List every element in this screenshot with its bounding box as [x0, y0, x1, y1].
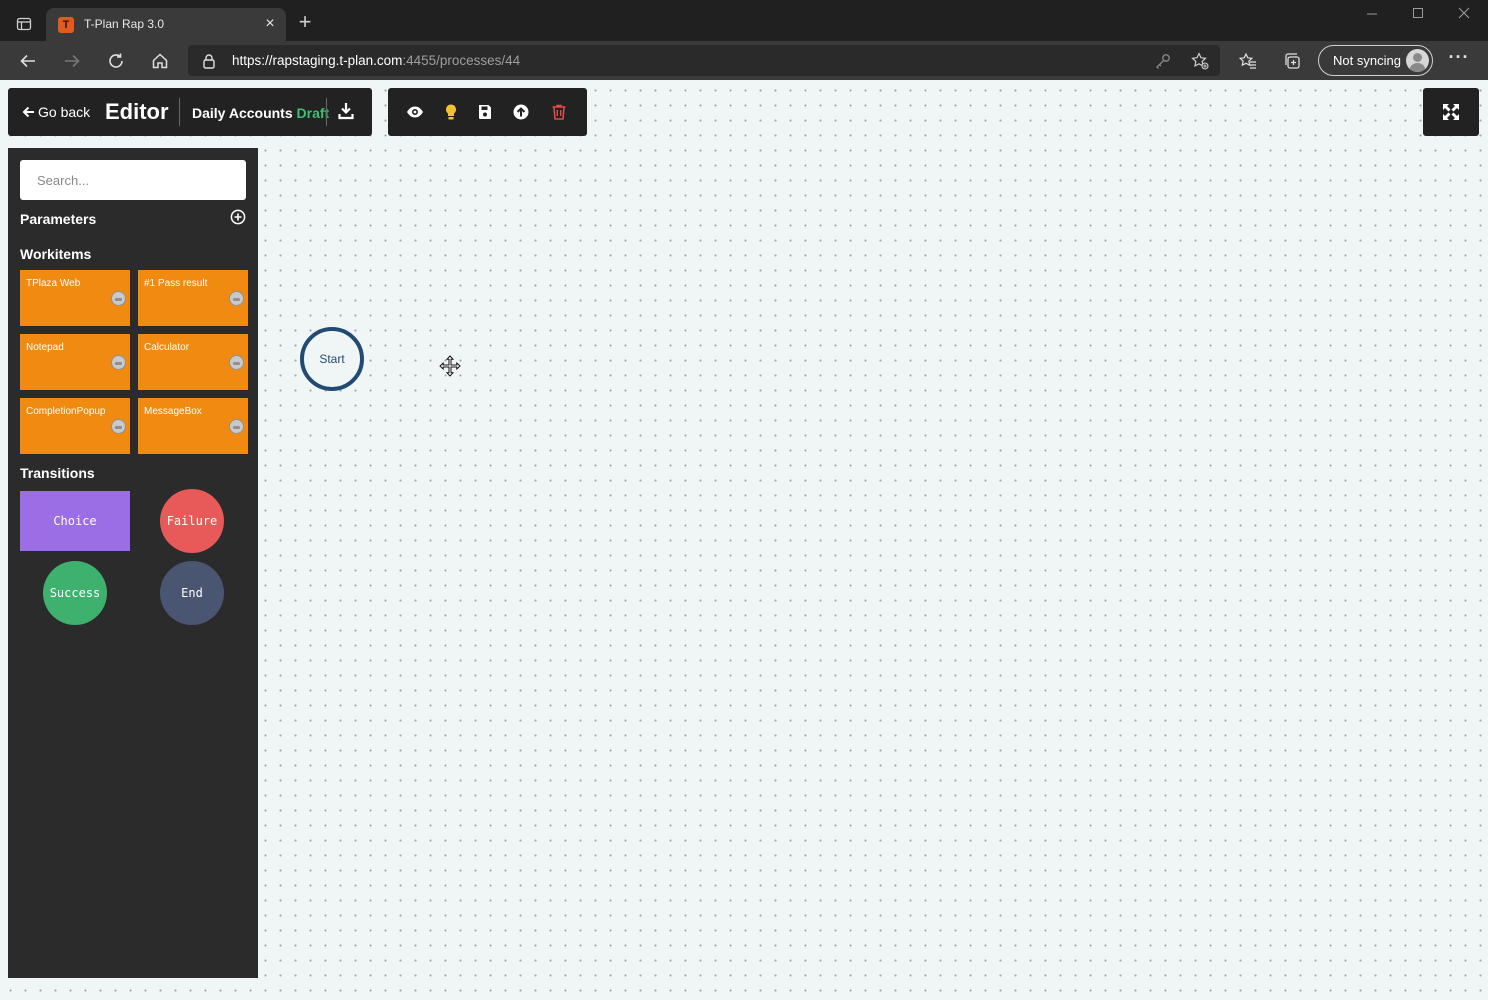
robot-icon	[229, 291, 244, 306]
robot-icon	[229, 419, 244, 434]
process-name: Daily Accounts Draft	[192, 105, 329, 121]
maximize-icon[interactable]	[1406, 6, 1430, 26]
toolbar-divider	[326, 98, 327, 126]
workitem-messagebox[interactable]: MessageBox	[138, 398, 248, 454]
go-back-button[interactable]: Go back	[22, 104, 90, 120]
forward-arrow-icon[interactable]	[60, 49, 84, 73]
transition-choice[interactable]: Choice	[20, 491, 130, 551]
collections-icon[interactable]	[1280, 49, 1304, 73]
workitem-label: Calculator	[144, 342, 190, 353]
add-favorite-icon[interactable]	[1191, 52, 1209, 70]
robot-icon	[229, 355, 244, 370]
refresh-icon[interactable]	[104, 49, 128, 73]
preview-eye-icon[interactable]	[406, 103, 424, 121]
save-icon[interactable]	[476, 103, 494, 121]
profile-button[interactable]: Not syncing	[1318, 45, 1433, 76]
more-options-icon[interactable]: ···	[1448, 47, 1470, 71]
browser-titlebar: T T-Plan Rap 3.0 × +	[0, 0, 1488, 41]
tab-close-icon[interactable]: ×	[262, 16, 278, 32]
workitems-heading: Workitems	[20, 246, 92, 262]
workitem-label: MessageBox	[144, 406, 202, 417]
tab-favicon-icon: T	[58, 17, 74, 33]
workitem-calculator[interactable]: Calculator	[138, 334, 248, 390]
toolbar-divider	[179, 98, 180, 126]
start-node[interactable]: Start	[300, 327, 364, 391]
parameters-heading: Parameters	[20, 211, 97, 227]
robot-icon	[111, 291, 126, 306]
transition-success[interactable]: Success	[43, 561, 107, 625]
delete-trash-icon[interactable]	[550, 103, 568, 121]
move-cursor-icon	[439, 355, 461, 377]
address-bar[interactable]: https://rapstaging.t-plan.com:4455/proce…	[188, 45, 1220, 76]
url-prefix: https://	[232, 53, 273, 68]
workitem-notepad[interactable]: Notepad	[20, 334, 130, 390]
home-icon[interactable]	[148, 49, 172, 73]
search-input[interactable]	[20, 160, 246, 200]
process-status: Draft	[296, 105, 330, 121]
workitem-label: #1 Pass result	[144, 278, 208, 289]
favorites-icon[interactable]	[1236, 49, 1260, 73]
workitem-completionpopup[interactable]: CompletionPopup	[20, 398, 130, 454]
url-path: :4455/processes/44	[402, 53, 521, 68]
url-text[interactable]: https://rapstaging.t-plan.com:4455/proce…	[232, 53, 520, 68]
browser-tab[interactable]: T T-Plan Rap 3.0 ×	[46, 8, 286, 41]
robot-icon	[111, 355, 126, 370]
transitions-heading: Transitions	[20, 465, 95, 481]
workitem-pass-result[interactable]: #1 Pass result	[138, 270, 248, 326]
publish-upload-icon[interactable]	[512, 103, 530, 121]
minimize-icon[interactable]	[1360, 6, 1384, 26]
avatar-icon	[1406, 49, 1429, 72]
lightbulb-icon[interactable]	[442, 103, 460, 121]
key-icon[interactable]	[1154, 52, 1172, 70]
fullscreen-button[interactable]	[1423, 88, 1479, 136]
editor-toolbar: Go back Editor Daily Accounts Draft	[8, 88, 372, 136]
url-host: rapstaging.t-plan.com	[272, 53, 403, 68]
browser-navbar: https://rapstaging.t-plan.com:4455/proce…	[0, 41, 1488, 80]
add-parameter-icon[interactable]	[230, 209, 246, 225]
workitem-label: CompletionPopup	[26, 406, 106, 417]
back-arrow-icon[interactable]	[16, 49, 40, 73]
arrow-left-icon	[22, 106, 34, 118]
profile-label: Not syncing	[1333, 53, 1401, 68]
transition-end[interactable]: End	[160, 561, 224, 625]
process-name-text: Daily Accounts	[192, 105, 293, 121]
new-tab-icon[interactable]: +	[294, 11, 316, 34]
tab-actions-icon[interactable]	[12, 12, 36, 36]
workitem-label: TPlaza Web	[26, 278, 81, 289]
window-close-icon[interactable]	[1452, 6, 1476, 26]
expand-icon	[1443, 104, 1459, 120]
workitem-label: Notepad	[26, 342, 64, 353]
robot-icon	[111, 419, 126, 434]
action-toolbar	[388, 88, 587, 136]
transition-failure[interactable]: Failure	[160, 489, 224, 553]
editor-title: Editor	[105, 99, 169, 124]
download-icon[interactable]	[338, 102, 358, 122]
lock-icon[interactable]	[202, 53, 216, 74]
component-sidebar: Parameters Workitems TPlaza Web #1 Pass …	[8, 148, 258, 978]
workitem-tplaza-web[interactable]: TPlaza Web	[20, 270, 130, 326]
tab-title: T-Plan Rap 3.0	[84, 17, 165, 31]
go-back-label: Go back	[38, 104, 91, 120]
